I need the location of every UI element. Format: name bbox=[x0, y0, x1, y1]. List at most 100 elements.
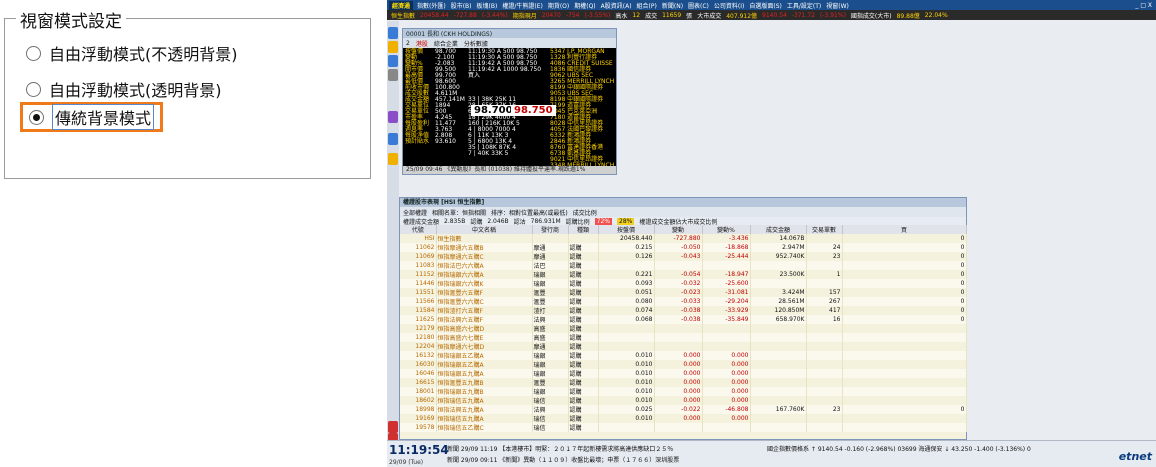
menu-item[interactable]: 指數(外匯) bbox=[417, 1, 446, 10]
table-row[interactable]: 16046 恒指瑞銀五九購A 瑞銀 認購 0.010 0.000 0.000 bbox=[400, 369, 967, 378]
settings-icon[interactable] bbox=[388, 153, 398, 165]
column-header[interactable]: 變動 bbox=[654, 225, 703, 234]
table-row[interactable]: 11062 恒指摩通六五購B 摩通 認購 0.215 -0.050 -18.868 2.947… bbox=[400, 243, 967, 252]
table-row[interactable]: 16615 恒指滙豐五九購B 滙豐 認購 0.010 0.000 0.000 bbox=[400, 378, 967, 387]
table-cell: 恒指滙豐六六購C bbox=[436, 297, 533, 306]
table-row[interactable]: 12204 恒指摩通六七購D 摩通 認購 bbox=[400, 342, 967, 351]
table-cell: 0.000 bbox=[654, 378, 703, 387]
column-header[interactable]: 交易單數 bbox=[806, 225, 843, 234]
warrant-table-window[interactable]: 權證股市表現 [HSI 恒生指數] 全部權證 相關名單：恒指相關 排序：相對位置… bbox=[399, 197, 967, 440]
futures-icon[interactable] bbox=[388, 111, 398, 123]
quote-icon[interactable] bbox=[388, 27, 398, 39]
table-row[interactable]: 16132 恒指瑞銀五乙購A 瑞銀 認購 0.010 0.000 0.000 bbox=[400, 351, 967, 360]
table-cell: 認購 bbox=[568, 306, 599, 315]
column-header[interactable]: 代號 bbox=[400, 225, 437, 234]
news-line[interactable]: 新聞 29/09 11:19 【本港樓市】明緊：２０１７年起新樓需求將高達供應缺… bbox=[447, 444, 673, 453]
table-row[interactable]: 11152 恒指瑞銀六六購A 瑞銀 認購 0.221 -0.054 -18.947 23.50… bbox=[400, 270, 967, 279]
table-cell: 11069 bbox=[400, 252, 437, 261]
menu-item[interactable]: 視窗(W) bbox=[826, 1, 849, 10]
table-row[interactable]: 19578 恒指瑞信五乙購C 瑞信 認購 bbox=[400, 423, 967, 432]
add-icon[interactable] bbox=[388, 69, 398, 81]
table-row[interactable]: 11584 恒指渣打六五購F 渣打 認購 0.074 -0.038 -33.929 120.8… bbox=[400, 306, 967, 315]
menu-item[interactable]: 新聞(N) bbox=[662, 1, 683, 10]
settings-legend: 視窗模式設定 bbox=[16, 7, 126, 32]
filter-sort[interactable]: 排序：相對位置最高(或最低) bbox=[491, 208, 568, 217]
radio-button[interactable] bbox=[26, 45, 41, 61]
menu-item[interactable]: 工具/設定(T) bbox=[787, 1, 821, 10]
table-row[interactable]: 12179 恒指高盛六七購D 高盛 認購 bbox=[400, 324, 967, 333]
hscei-value: 9140.54 bbox=[762, 11, 787, 19]
table-cell bbox=[806, 333, 843, 342]
list-icon[interactable] bbox=[388, 55, 398, 67]
table-cell: -33.929 bbox=[702, 306, 751, 315]
window-controls[interactable]: _ □ X bbox=[1135, 2, 1152, 9]
table-row[interactable]: 11566 恒指滙豐六六購C 滙豐 認購 0.080 -0.033 -29.204 28.56… bbox=[400, 297, 967, 306]
table-cell bbox=[806, 342, 843, 351]
menu-item[interactable]: 公司資料(I) bbox=[714, 1, 744, 10]
alert-icon[interactable] bbox=[388, 421, 398, 433]
table-row[interactable]: 19169 恒指瑞信五九購A 瑞信 認購 0.010 0.000 0.000 bbox=[400, 414, 967, 423]
table-cell: 恒指滙豐六五購F bbox=[436, 288, 533, 297]
menu-item[interactable]: 期貨(O) bbox=[548, 1, 569, 10]
quote-title[interactable]: 00001 長和 (CKH HOLDINGS) bbox=[403, 29, 616, 38]
warrant-title[interactable]: 權證股市表現 [HSI 恒生指數] bbox=[400, 198, 966, 207]
quote-toolbar-item[interactable]: 2 bbox=[406, 40, 410, 47]
quote-toolbar-item[interactable]: 分析數據 bbox=[464, 39, 488, 48]
column-header[interactable]: 按盤價 bbox=[598, 225, 655, 234]
column-header[interactable]: 買 bbox=[842, 225, 967, 234]
table-cell: 0.000 bbox=[702, 360, 751, 369]
filter-related[interactable]: 相關名單：恒指相關 bbox=[432, 208, 486, 217]
table-cell bbox=[750, 378, 807, 387]
stock-quote-window[interactable]: 00001 長和 (CKH HOLDINGS) 2 港股 綜合企業 分析數據 按… bbox=[402, 28, 617, 175]
table-cell: -35.849 bbox=[702, 315, 751, 324]
table-row[interactable]: HSI 恒生指數 20458.440 -727.880 -3.436 14.067B 0 bbox=[400, 234, 967, 243]
hscei-turnover-value: 89.88億 bbox=[896, 12, 920, 20]
table-cell: 0.010 bbox=[598, 378, 655, 387]
table-row[interactable]: 18998 恒指法興五九購A 法興 認購 0.025 -0.022 -46.808 167.7… bbox=[400, 405, 967, 414]
column-header[interactable]: 種類 bbox=[568, 225, 599, 234]
filter-ratio[interactable]: 成交比例 bbox=[573, 208, 597, 217]
quote-toolbar-item[interactable]: 港股 bbox=[416, 39, 428, 48]
menu-item[interactable]: 組合(P) bbox=[637, 1, 657, 10]
column-header[interactable]: 發行商 bbox=[532, 225, 569, 234]
options-icon[interactable] bbox=[388, 133, 398, 145]
table-row[interactable]: 16030 恒指瑞銀五乙購A 瑞銀 認購 0.010 0.000 0.000 bbox=[400, 360, 967, 369]
table-row[interactable]: 11083 恒指法巴六六購A 法巴 認購 0 bbox=[400, 261, 967, 270]
quote-toolbar-item[interactable]: 綜合企業 bbox=[434, 39, 458, 48]
option-traditional[interactable]: 傳統背景模式 bbox=[20, 102, 164, 132]
table-cell: 恒指瑞信五九購A bbox=[436, 396, 533, 405]
radio-button[interactable] bbox=[26, 81, 41, 97]
menu-item[interactable]: 板塊(B) bbox=[477, 1, 498, 10]
menu-item[interactable]: 圖表(C) bbox=[688, 1, 709, 10]
menu-item[interactable]: 期權(Q) bbox=[574, 1, 595, 10]
menu-item[interactable]: 自選版面(S) bbox=[749, 1, 782, 10]
news-line[interactable]: 新聞 29/09 09:11 《新聞》異動（１１０９）收盤比最壞；申票（１７６６… bbox=[447, 455, 679, 464]
table-cell bbox=[842, 342, 967, 351]
column-header[interactable]: 中文名稱 bbox=[436, 225, 533, 234]
option-float-transparent[interactable]: 自由浮動模式(透明背景) bbox=[26, 74, 222, 104]
option-float-opaque[interactable]: 自由浮動模式(不透明背景) bbox=[26, 38, 238, 68]
radio-button-selected[interactable] bbox=[29, 109, 44, 125]
table-row[interactable]: 11551 恒指滙豐六五購F 滙豐 認購 0.051 -0.023 -31.081 3.424… bbox=[400, 288, 967, 297]
table-row[interactable]: 11069 恒指摩通六五購C 摩通 認購 0.126 -0.043 -25.444 952.7… bbox=[400, 252, 967, 261]
table-cell: 恒指瑞銀五九購A bbox=[436, 369, 533, 378]
table-cell: -25.444 bbox=[702, 252, 751, 261]
table-cell: 2.947M bbox=[750, 243, 807, 252]
menu-item[interactable]: 權證/牛熊證(E) bbox=[502, 1, 543, 10]
column-header[interactable]: 成交金額 bbox=[750, 225, 807, 234]
table-row[interactable]: 12180 恒指高盛六七購E 高盛 認購 bbox=[400, 333, 967, 342]
table-row[interactable]: 18001 恒指瑞銀五九購B 瑞銀 認購 0.010 0.000 0.000 bbox=[400, 387, 967, 396]
table-cell: 0 bbox=[842, 234, 967, 243]
table-row[interactable]: 11446 恒指瑞銀六六購K 瑞銀 認購 0.093 -0.032 -25.600 0 bbox=[400, 279, 967, 288]
table-row[interactable]: 11625 恒指法興六五購F 法興 認購 0.068 -0.038 -35.849 658.9… bbox=[400, 315, 967, 324]
table-body: HSI 恒生指數 20458.440 -727.880 -3.436 14.067B 0 11… bbox=[400, 234, 967, 432]
table-cell: 0.010 bbox=[598, 351, 655, 360]
table-cell bbox=[806, 351, 843, 360]
table-row[interactable]: 18602 恒指瑞信五九購A 瑞信 認購 0.010 0.000 0.000 bbox=[400, 396, 967, 405]
menu-item[interactable]: A股資訊(A) bbox=[601, 1, 632, 10]
table-cell: 0.000 bbox=[702, 369, 751, 378]
chart-icon[interactable] bbox=[388, 41, 398, 53]
filter-all-warrants[interactable]: 全部權證 bbox=[403, 208, 427, 217]
column-header[interactable]: 變動% bbox=[702, 225, 751, 234]
menu-item[interactable]: 股市(B) bbox=[451, 1, 472, 10]
